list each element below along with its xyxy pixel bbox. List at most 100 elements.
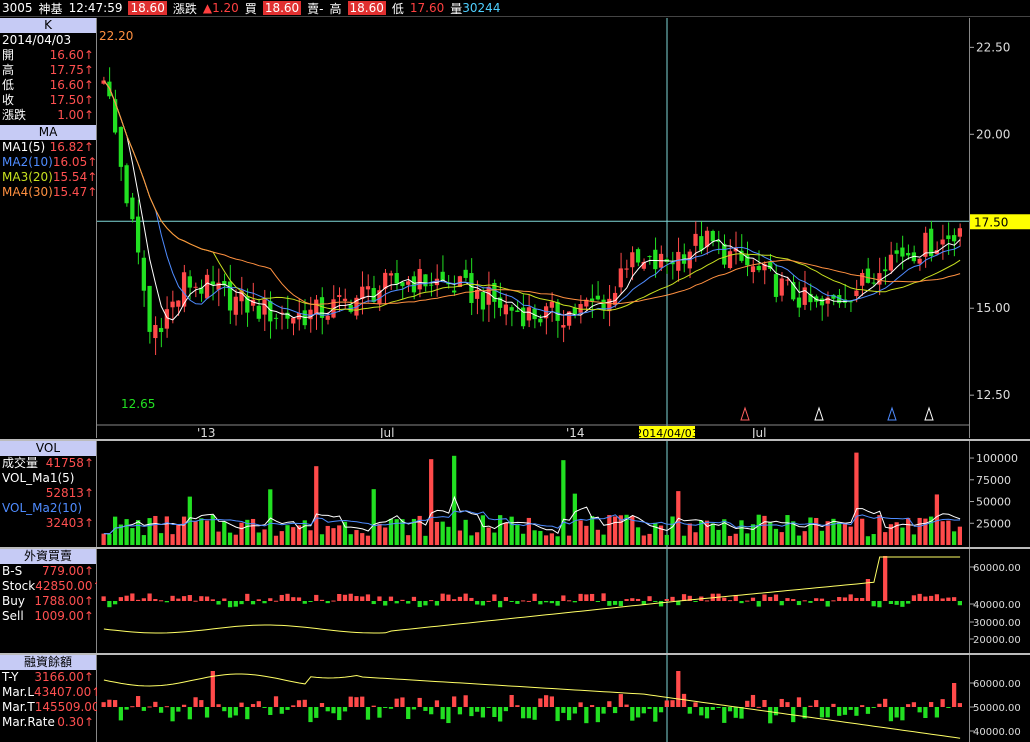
margin-bar [457,707,463,715]
foreign-bar [302,601,307,604]
candle-body [388,273,394,276]
candle-body [957,228,962,237]
candle-body [699,236,704,251]
foreign-bar [647,596,652,601]
margin-bar [779,698,784,707]
candle-body [383,272,388,289]
volume-bar [877,515,882,545]
margin-bar [348,696,353,707]
foreign-bar [802,600,807,602]
volume-bar [687,523,692,545]
volume-bar [124,519,129,545]
volume-bar [130,528,135,545]
margin-bar [187,707,192,720]
k-label: 漲跌 [2,108,27,122]
foreign-value: 42850.00↑ [35,579,103,593]
candle-body [118,126,123,167]
k-value: 17.75↑ [49,63,94,77]
volume-bar [808,517,813,545]
margin-bar [917,707,922,713]
foreign-bar [917,593,922,601]
volume-bar [204,520,210,545]
change-label: 漲跌 [172,1,197,16]
foreign-bar [158,600,164,602]
candle-body [946,235,951,240]
candle-body [440,271,445,281]
volume-bar [641,535,646,545]
margin-bar [814,700,819,707]
price-chart[interactable]: 22.20 12.65 '13 Jul '14 Jul 2014/04/03 [97,18,969,438]
foreign-bar [762,594,767,601]
ma2-line [103,80,961,317]
foreign-bar [624,599,629,601]
volume-bar [779,532,784,545]
foreign-value: 1009.00↑ [34,609,94,623]
high-value: 18.60 [347,1,386,15]
foreign-bar [452,599,457,601]
foreign-bar [130,593,135,601]
volume-bar [331,528,336,545]
candle-body [871,282,876,284]
foreign-row: Stock 42850.00↑ [0,579,103,594]
volume-chart[interactable] [97,441,969,547]
vol-header[interactable]: VOL [0,441,96,456]
margin-bar [262,707,267,708]
margin-bar [130,706,135,708]
margin-bar [164,706,169,708]
volume-bar [181,516,187,545]
foreign-bar [296,597,302,601]
candle-body [417,268,422,290]
margin-bar [314,707,319,718]
candle-body [365,286,371,290]
margin-bar [929,702,934,707]
y-tick-label: 20000.00 [973,635,1021,646]
volume-bar [193,521,198,545]
candle-body [555,301,560,321]
margin-bar [819,707,825,718]
foreign-bar [555,601,560,606]
candle-body [561,325,566,328]
foreign-bar [578,593,583,601]
candle-body [233,296,238,315]
margin-bar [112,700,118,707]
margin-bar [785,702,790,707]
foreign-bar [446,594,451,601]
margin-bar [147,706,152,708]
volume-bar [911,534,917,545]
foreign-bar [193,600,198,602]
margin-bar [561,707,566,713]
candle-body [773,274,779,297]
candle-body [952,235,957,242]
foreign-bar [377,596,382,601]
foreign-bar [768,596,773,601]
margin-bar [710,707,715,710]
k-header[interactable]: K [0,18,96,33]
ma-header[interactable]: MA [0,125,96,140]
margin-bar [837,707,842,716]
foreign-value: 1788.00↑ [34,594,94,608]
candle-body [940,239,945,245]
foreign-chart[interactable] [97,549,969,653]
margin-header[interactable]: 融資餘額 [0,655,96,670]
margin-chart[interactable] [97,655,969,742]
foreign-bar [612,601,618,605]
margin-bar [521,707,526,719]
foreign-header[interactable]: 外資買賣 [0,549,96,564]
margin-bar [860,705,865,707]
margin-bar [503,707,509,712]
margin-bar [699,707,704,716]
foreign-bar [957,601,962,606]
candle-body [135,216,141,253]
margin-bar [423,707,428,711]
volume-bar [440,521,445,545]
volume-bar [664,534,669,545]
candle-body [635,249,641,263]
foreign-bar [141,598,146,601]
x-tick-label: Jul [751,426,766,438]
foreign-bar [124,595,129,601]
volume-bar [348,534,353,545]
margin-bar [337,707,342,721]
ask-label: 賣- [307,1,324,16]
cursor-date-label: 2014/04/03 [635,427,698,438]
foreign-bar [946,597,951,601]
